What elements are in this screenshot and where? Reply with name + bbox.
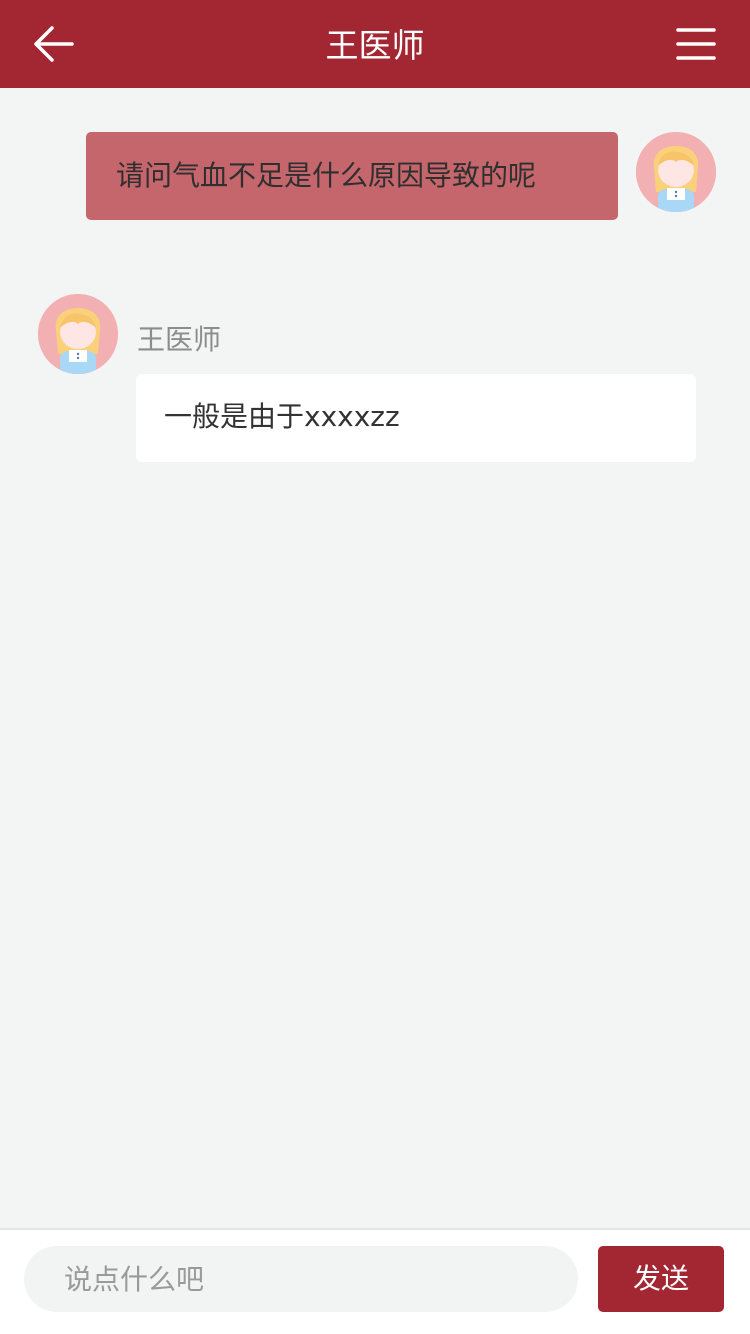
top-nav-bar: 王医师 <box>0 0 750 88</box>
sender-name: 王医师 <box>137 323 222 356</box>
menu-button[interactable] <box>672 24 720 64</box>
hamburger-menu-icon <box>676 28 716 60</box>
send-button[interactable]: 发送 <box>598 1246 724 1312</box>
message-composer: 发送 <box>0 1228 750 1334</box>
user-avatar-icon <box>636 132 716 212</box>
incoming-message-bubble: 一般是由于xxxxzz <box>136 374 696 462</box>
page-title: 王医师 <box>325 26 425 65</box>
message-input[interactable] <box>24 1246 578 1312</box>
doctor-avatar-icon <box>38 294 118 374</box>
outgoing-message-bubble: 请问气血不足是什么原因导致的呢 <box>86 132 618 220</box>
